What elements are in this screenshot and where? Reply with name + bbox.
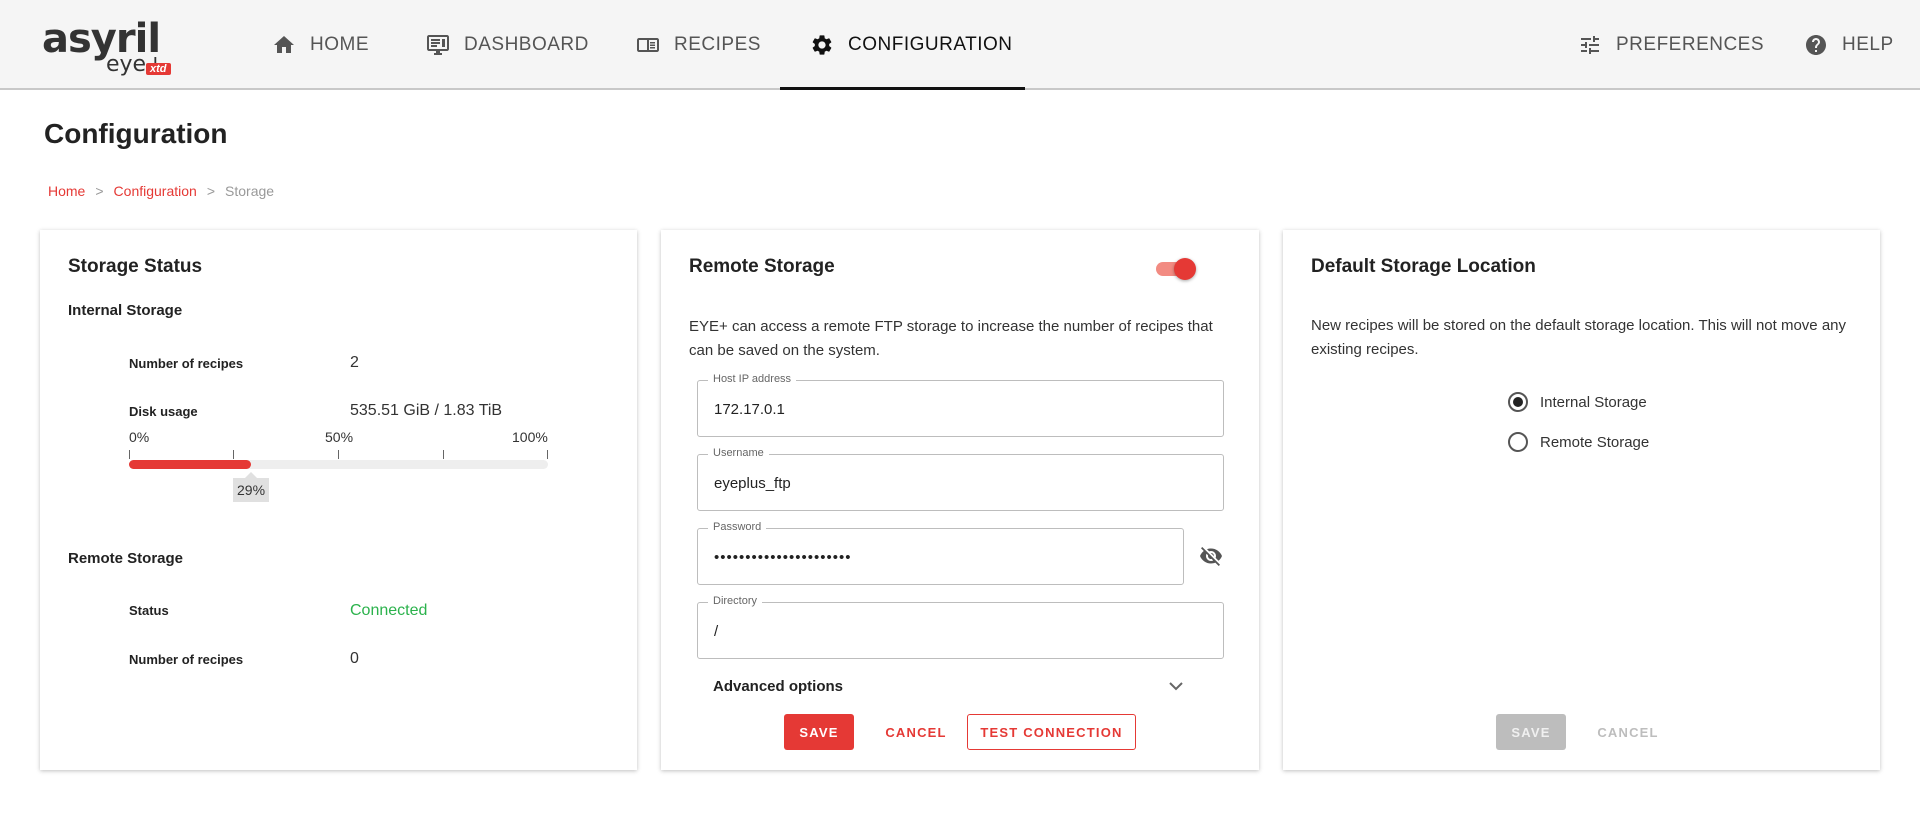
- scale-label-mid: 50%: [325, 429, 354, 445]
- toggle-knob: [1174, 258, 1196, 280]
- remote-status-label: Status: [129, 603, 169, 618]
- book-icon: [637, 38, 659, 52]
- username-field[interactable]: Username: [697, 447, 1224, 511]
- password-label: Password: [708, 521, 767, 533]
- nav-preferences[interactable]: PREFERENCES: [1578, 0, 1764, 90]
- remote-storage-heading: Remote Storage: [68, 550, 184, 567]
- directory-label: Directory: [708, 595, 763, 607]
- username-input[interactable]: [714, 469, 1187, 497]
- test-connection-button[interactable]: TEST CONNECTION: [967, 714, 1136, 750]
- remote-recipes-value: 0: [350, 650, 359, 667]
- scale-tick: [547, 450, 548, 459]
- chevron-down-icon[interactable]: [1164, 674, 1188, 698]
- host-ip-field[interactable]: Host IP address: [697, 373, 1224, 437]
- scale-tick: [129, 450, 130, 459]
- nav-configuration[interactable]: CONFIGURATION: [810, 0, 1012, 90]
- remote-storage-card: Remote Storage EYE+ can access a remote …: [661, 230, 1259, 770]
- host-ip-label: Host IP address: [708, 373, 797, 385]
- nav-dashboard-label: DASHBOARD: [464, 34, 589, 55]
- remote-storage-description: EYE+ can access a remote FTP storage to …: [689, 318, 1213, 359]
- nav-preferences-label: PREFERENCES: [1616, 34, 1765, 55]
- disk-usage-fill: [129, 460, 251, 469]
- breadcrumb-separator: >: [95, 183, 104, 199]
- nav-dashboard[interactable]: DASHBOARD: [426, 0, 589, 90]
- cancel-button[interactable]: CANCEL: [871, 714, 961, 750]
- nav-home[interactable]: HOME: [272, 0, 369, 90]
- scale-tick: [443, 450, 444, 459]
- advanced-options-toggle[interactable]: Advanced options: [713, 678, 843, 695]
- username-label: Username: [708, 447, 769, 459]
- disk-usage-bar: [129, 460, 548, 469]
- password-input[interactable]: [714, 543, 1151, 571]
- radio-remote-label: Remote Storage: [1540, 433, 1650, 451]
- radio-remote-storage[interactable]: Remote Storage: [1508, 432, 1649, 452]
- host-ip-input[interactable]: [714, 395, 1187, 423]
- eye-off-icon[interactable]: [1199, 544, 1223, 568]
- scale-tick: [233, 450, 234, 459]
- nav-configuration-label: CONFIGURATION: [848, 34, 1013, 55]
- scale-label-max: 100%: [512, 429, 548, 445]
- monitor-dashboard-icon: [427, 35, 449, 55]
- breadcrumb-configuration[interactable]: Configuration: [114, 183, 197, 199]
- breadcrumb-home[interactable]: Home: [48, 183, 85, 199]
- asyril-logo[interactable]: asyril eye+ xtd: [40, 14, 190, 80]
- nav-home-label: HOME: [310, 34, 369, 55]
- nav-help[interactable]: HELP: [1804, 0, 1894, 90]
- remote-status-value: Connected: [350, 602, 428, 619]
- help-icon: [1806, 35, 1826, 55]
- internal-recipes-value: 2: [350, 354, 359, 371]
- default-storage-title: Default Storage Location: [1311, 256, 1536, 277]
- password-field[interactable]: Password: [697, 521, 1184, 585]
- default-save-button[interactable]: SAVE: [1496, 714, 1566, 750]
- default-cancel-button[interactable]: CANCEL: [1583, 714, 1673, 750]
- radio-internal-label: Internal Storage: [1540, 393, 1647, 411]
- scale-label-min: 0%: [129, 429, 150, 445]
- nav-recipes[interactable]: RECIPES: [636, 0, 761, 90]
- remote-storage-title: Remote Storage: [689, 256, 835, 277]
- active-tab-indicator: [780, 87, 1025, 90]
- disk-usage-value: 535.51 GiB / 1.83 TiB: [350, 402, 503, 419]
- remote-recipes-label: Number of recipes: [129, 652, 244, 667]
- top-nav-bar: asyril eye+ xtd HOME DASHBOARD RECIPES C…: [0, 0, 1920, 90]
- nav-recipes-label: RECIPES: [674, 34, 761, 55]
- page-title: Configuration: [44, 118, 228, 149]
- internal-storage-heading: Internal Storage: [68, 302, 183, 319]
- breadcrumb-separator: >: [206, 183, 216, 199]
- logo-badge: xtd: [146, 63, 171, 75]
- directory-input[interactable]: [714, 617, 1187, 645]
- breadcrumb: Home > Configuration > Storage: [48, 183, 274, 199]
- radio-checked-icon[interactable]: [1508, 392, 1528, 412]
- nav-help-label: HELP: [1842, 34, 1894, 55]
- radio-unchecked-icon[interactable]: [1508, 432, 1528, 452]
- breadcrumb-current: Storage: [225, 183, 275, 199]
- default-storage-description: New recipes will be stored on the defaul…: [1311, 317, 1846, 358]
- default-storage-card: Default Storage Location New recipes wil…: [1283, 230, 1880, 770]
- gear-icon: [812, 35, 832, 55]
- internal-recipes-label: Number of recipes: [129, 356, 244, 371]
- disk-usage-label: Disk usage: [129, 404, 198, 419]
- save-button[interactable]: SAVE: [784, 714, 854, 750]
- storage-status-card: Storage Status Internal Storage Number o…: [40, 230, 637, 770]
- home-icon: [274, 36, 294, 53]
- directory-field[interactable]: Directory: [697, 595, 1224, 659]
- scale-tick: [338, 450, 339, 459]
- tune-icon: [1581, 36, 1599, 54]
- storage-status-title: Storage Status: [68, 256, 203, 277]
- radio-internal-storage[interactable]: Internal Storage: [1508, 392, 1647, 412]
- disk-usage-percent-badge: 29%: [233, 472, 270, 502]
- remote-storage-toggle[interactable]: [1156, 258, 1196, 280]
